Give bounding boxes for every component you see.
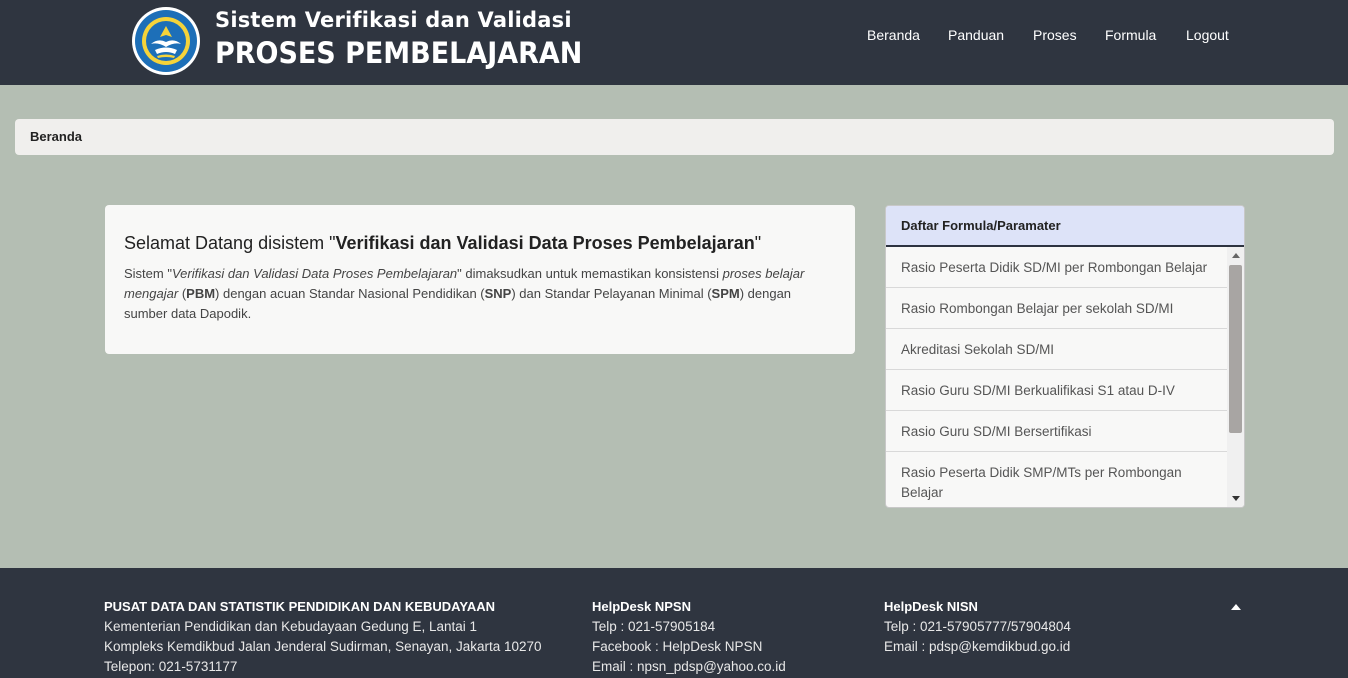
scroll-up-arrow-icon[interactable]	[1232, 253, 1240, 258]
nav-proses[interactable]: Proses	[1033, 27, 1077, 47]
footer-helpdesk-npsn: HelpDesk NPSN Telp : 021-57905184 Facebo…	[592, 597, 786, 677]
desc-part: Sistem "	[124, 266, 172, 281]
footer-text: Kompleks Kemdikbud Jalan Jenderal Sudirm…	[104, 639, 542, 654]
welcome-heading: Selamat Datang disistem "Verifikasi dan …	[124, 233, 761, 254]
nav-logout[interactable]: Logout	[1186, 27, 1229, 47]
formula-item-label: Rasio Peserta Didik SD/MI per Rombongan …	[901, 260, 1208, 275]
formula-panel-title: Daftar Formula/Paramater	[901, 218, 1061, 233]
formula-panel-header: Daftar Formula/Paramater	[886, 206, 1244, 247]
footer-pusdatin: PUSAT DATA DAN STATISTIK PENDIDIKAN DAN …	[104, 597, 542, 677]
scrollbar-thumb[interactable]	[1229, 265, 1242, 433]
footer-col-title: PUSAT DATA DAN STATISTIK PENDIDIKAN DAN …	[104, 599, 495, 614]
page-footer: PUSAT DATA DAN STATISTIK PENDIDIKAN DAN …	[0, 568, 1348, 678]
formula-list-panel: Daftar Formula/Paramater Rasio Peserta D…	[885, 205, 1245, 508]
top-header: Sistem Verifikasi dan Validasi PROSES PE…	[0, 0, 1348, 85]
footer-text: Telepon: 021-5731177	[104, 659, 238, 674]
formula-item-label: Rasio Rombongan Belajar per sekolah SD/M…	[901, 301, 1174, 316]
welcome-description: Sistem "Verifikasi dan Validasi Data Pro…	[124, 264, 824, 324]
desc-snp-abbr: SNP	[484, 286, 512, 301]
footer-col-title: HelpDesk NPSN	[592, 599, 691, 614]
footer-text: Email : pdsp@kemdikbud.go.id	[884, 639, 1071, 654]
formula-item-label: Rasio Peserta Didik SMP/MTs per Rombonga…	[901, 465, 1182, 500]
tut-wuri-handayani-logo[interactable]	[131, 6, 201, 76]
desc-system-name: Verifikasi dan Validasi Data Proses Pemb…	[171, 266, 458, 281]
formula-item-label: Rasio Guru SD/MI Berkualifikasi S1 atau …	[901, 383, 1175, 398]
nav-panduan[interactable]: Panduan	[948, 27, 1004, 47]
desc-part: (	[178, 286, 187, 301]
desc-pbm-abbr: PBM	[186, 286, 216, 301]
nav-formula[interactable]: Formula	[1105, 27, 1156, 47]
brand-subtitle: PROSES PEMBELAJARAN	[215, 36, 583, 70]
desc-spm-abbr: SPM	[711, 286, 740, 301]
formula-item[interactable]: Rasio Peserta Didik SD/MI per Rombongan …	[886, 247, 1227, 288]
formula-item[interactable]: Rasio Guru SD/MI Bersertifikasi	[886, 411, 1227, 452]
footer-text: Telp : 021-57905777/57904804	[884, 619, 1071, 634]
formula-item-label: Rasio Guru SD/MI Bersertifikasi	[901, 424, 1092, 439]
formula-item[interactable]: Akreditasi Sekolah SD/MI	[886, 329, 1227, 370]
formula-item[interactable]: Rasio Guru SD/MI Berkualifikasi S1 atau …	[886, 370, 1227, 411]
scroll-down-arrow-icon[interactable]	[1232, 496, 1240, 501]
formula-item[interactable]: Rasio Peserta Didik SMP/MTs per Rombonga…	[886, 452, 1227, 507]
footer-col-title: HelpDesk NISN	[884, 599, 978, 614]
formula-list[interactable]: Rasio Peserta Didik SD/MI per Rombongan …	[886, 247, 1227, 507]
footer-helpdesk-nisn: HelpDesk NISN Telp : 021-57905777/579048…	[884, 597, 1071, 657]
footer-text: Facebook : HelpDesk NPSN	[592, 639, 763, 654]
breadcrumb-current: Beranda	[30, 129, 83, 144]
formula-item-label: Akreditasi Sekolah SD/MI	[901, 342, 1055, 357]
welcome-heading-prefix: Selamat Datang disistem "	[124, 233, 336, 253]
footer-text: Kementerian Pendidikan dan Kebudayaan Ge…	[104, 619, 478, 634]
footer-text: Email : npsn_pdsp@yahoo.co.id	[592, 659, 786, 674]
desc-part: ) dan Standar Pelayanan Minimal (	[511, 286, 712, 301]
nav-beranda[interactable]: Beranda	[867, 27, 920, 47]
welcome-panel: Selamat Datang disistem "Verifikasi dan …	[105, 205, 855, 354]
breadcrumb: Beranda	[15, 119, 1334, 155]
desc-part: ) dengan acuan Standar Nasional Pendidik…	[215, 286, 485, 301]
footer-text: Telp : 021-57905184	[592, 619, 716, 634]
desc-part: " dimaksudkan untuk memastikan konsisten…	[457, 266, 723, 281]
welcome-heading-system-name: Verifikasi dan Validasi Data Proses Pemb…	[335, 233, 755, 253]
back-to-top-icon[interactable]	[1231, 604, 1241, 610]
welcome-heading-suffix: "	[754, 233, 762, 253]
formula-list-scrollbar[interactable]	[1227, 247, 1244, 507]
formula-item[interactable]: Rasio Rombongan Belajar per sekolah SD/M…	[886, 288, 1227, 329]
brand-title: Sistem Verifikasi dan Validasi	[215, 8, 572, 32]
